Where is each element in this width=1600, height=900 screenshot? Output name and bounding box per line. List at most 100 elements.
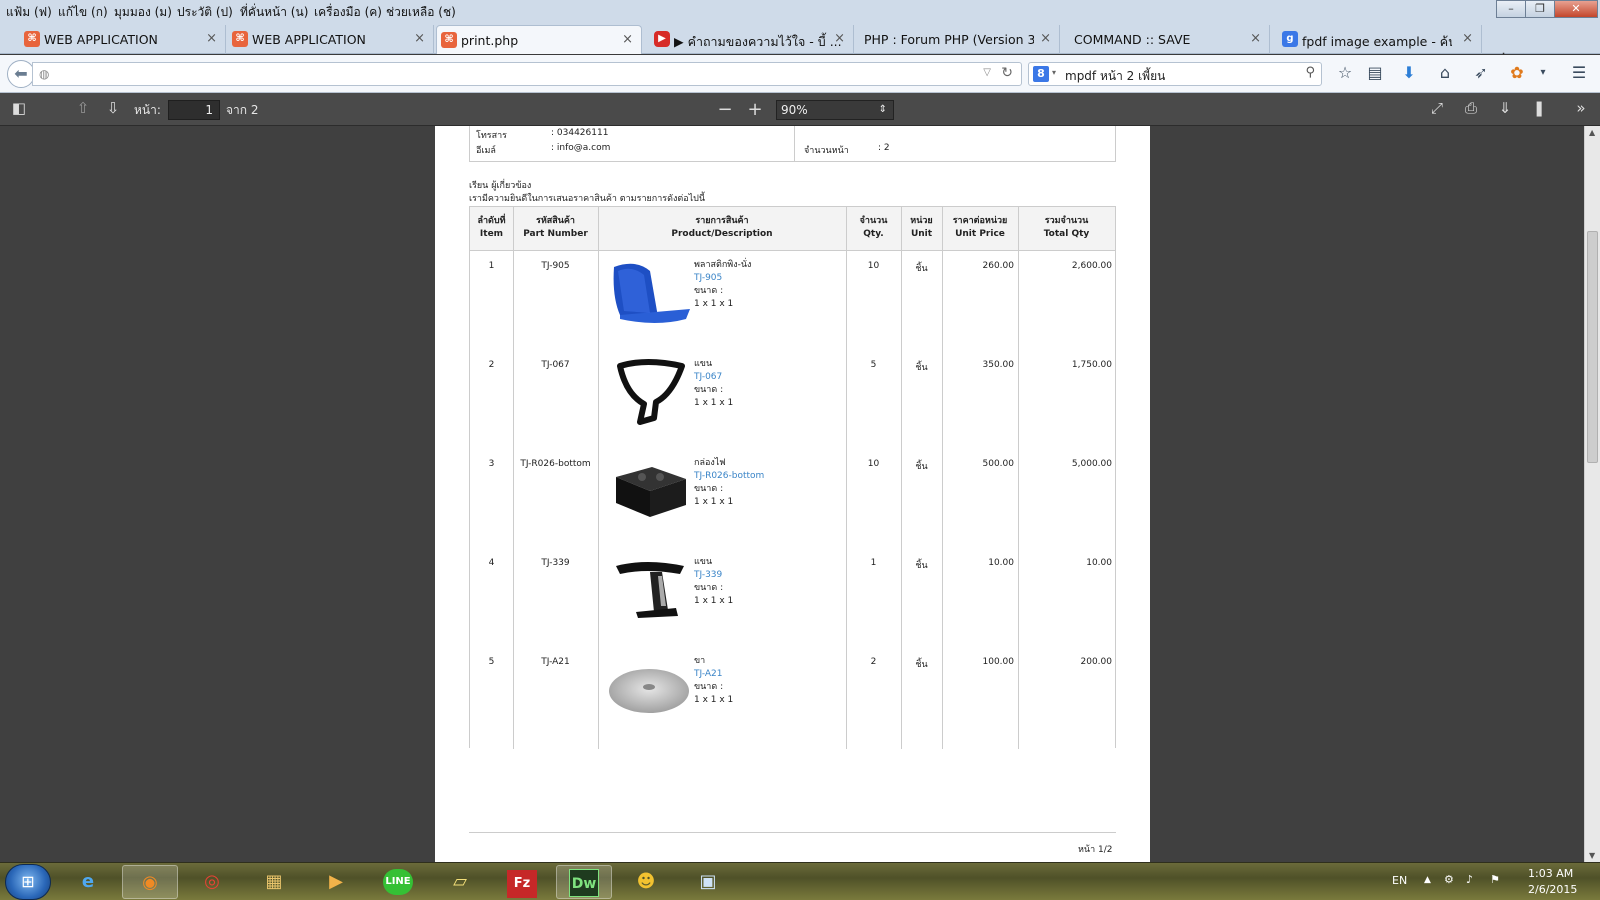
scroll-down-icon[interactable]: ▼: [1589, 851, 1595, 860]
zoom-in-icon[interactable]: +: [744, 99, 766, 120]
menu-file[interactable]: แฟ้ม (ฟ): [6, 3, 52, 22]
tab-close-icon[interactable]: ×: [414, 31, 425, 46]
intro-text: เรามีความยินดีในการเสนอราคาสินค้า ตามราย…: [469, 194, 705, 204]
pdf-page: โทรสาร : 034426111 อีเมล์ : info@a.com จ…: [435, 126, 1150, 862]
sidebar-toggle-icon[interactable]: ◧: [8, 99, 30, 117]
xampp-icon: ⌘: [232, 31, 248, 47]
search-engine-icon[interactable]: 8: [1033, 66, 1049, 82]
tab-close-icon[interactable]: ×: [834, 31, 845, 46]
dreamweaver-icon[interactable]: Dw: [556, 865, 612, 899]
minimize-button[interactable]: –: [1496, 0, 1526, 18]
print-icon[interactable]: ⎙: [1460, 99, 1482, 117]
action-center-icon[interactable]: ⚑: [1490, 873, 1500, 886]
chevron-down-icon[interactable]: ▾: [1052, 68, 1056, 77]
language-indicator[interactable]: EN: [1392, 874, 1407, 887]
save-icon[interactable]: ⇓: [1494, 99, 1516, 117]
firefox-icon[interactable]: ◉: [122, 865, 178, 899]
tab-close-icon[interactable]: ×: [622, 32, 633, 47]
ie-icon[interactable]: e: [60, 865, 116, 899]
fax-value: : 034426111: [551, 128, 609, 138]
col-item: ลำดับที่ Item: [477, 216, 506, 239]
reload-icon[interactable]: ↻: [1001, 65, 1013, 81]
tab-close-icon[interactable]: ×: [1040, 31, 1051, 46]
arrow-left-icon: ⬅: [14, 64, 28, 83]
maximize-button[interactable]: ❐: [1525, 0, 1555, 18]
hamburger-menu-icon[interactable]: ☰: [1568, 62, 1590, 84]
line-icon[interactable]: LINE: [370, 865, 426, 899]
explorer-icon[interactable]: ▦: [246, 865, 302, 899]
menu-help[interactable]: ช่วยเหลือ (ช): [386, 3, 456, 22]
col-part-number: รหัสสินค้า Part Number: [523, 216, 588, 239]
close-window-button[interactable]: ✕: [1554, 0, 1598, 18]
menu-history[interactable]: ประวัติ (ป): [177, 3, 233, 22]
filezilla-icon[interactable]: Fz: [494, 865, 550, 899]
more-tools-icon[interactable]: »: [1570, 99, 1592, 117]
addon-icon[interactable]: ✿: [1506, 62, 1528, 84]
calculator-icon[interactable]: ▣: [680, 865, 736, 899]
tab-fpdf-search[interactable]: g fpdf image example - ค้นห... ×: [1278, 25, 1482, 54]
chevron-down-icon[interactable]: ▾: [1532, 62, 1554, 84]
send-icon[interactable]: ➶: [1470, 62, 1492, 84]
col-description: รายการสินค้า Product/Description: [671, 216, 773, 239]
tab-label: print.php: [461, 33, 519, 48]
search-box[interactable]: 8 ▾ mpdf หน้า 2 เพี้ยน ⚲: [1028, 62, 1322, 86]
next-page-icon[interactable]: ⇩: [102, 99, 124, 117]
clock-date[interactable]: 2/6/2015: [1528, 883, 1577, 896]
clock-time[interactable]: 1:03 AM: [1528, 867, 1573, 880]
tab-php-forum[interactable]: PHP : Forum PHP (Version 3.0,... ×: [856, 25, 1060, 54]
home-icon[interactable]: ⌂: [1434, 62, 1456, 84]
zoom-select[interactable]: 90% ⇕: [776, 100, 894, 120]
bookmark-star-icon[interactable]: ☆: [1334, 62, 1356, 84]
dropdown-icon[interactable]: ▽: [983, 67, 991, 78]
tab-print-php[interactable]: ⌘ print.php ×: [436, 25, 642, 54]
page-number-input[interactable]: 1: [168, 100, 220, 120]
tab-close-icon[interactable]: ×: [1462, 31, 1473, 46]
menu-view[interactable]: มุมมอง (ม): [114, 3, 172, 22]
fax-label: โทรสาร: [476, 131, 507, 141]
tab-close-icon[interactable]: ×: [1250, 31, 1261, 46]
tab-command-save[interactable]: COMMAND :: SAVE ×: [1066, 25, 1270, 54]
previous-page-icon[interactable]: ⇧: [72, 99, 94, 117]
pdf-viewer[interactable]: โทรสาร : 034426111 อีเมล์ : info@a.com จ…: [0, 126, 1584, 862]
product-image-armrest-loop: [617, 359, 685, 425]
page-count-label: จาก 2: [226, 103, 259, 117]
bookmark-icon[interactable]: ❚: [1528, 99, 1550, 117]
xampp-icon: ⌘: [441, 32, 457, 48]
page-label: หน้า:: [134, 103, 161, 117]
menu-tools[interactable]: เครื่องมือ (ค): [314, 3, 382, 22]
greeting: เรียน ผู้เกี่ยวข้อง: [469, 181, 532, 191]
network-icon[interactable]: ⚙: [1444, 873, 1454, 886]
tab-web-application-2[interactable]: ⌘ WEB APPLICATION ×: [228, 25, 434, 54]
col-qty: จำนวน Qty.: [859, 216, 888, 239]
download-icon[interactable]: ⬇: [1398, 62, 1420, 84]
tab-close-icon[interactable]: ×: [206, 31, 217, 46]
menu-bar: แฟ้ม (ฟ) แก้ไข (ก) มุมมอง (ม) ประวัติ (ป…: [0, 0, 1600, 22]
volume-icon[interactable]: ♪: [1466, 873, 1473, 886]
google-icon: g: [1282, 31, 1298, 47]
tab-bar: ⌘ WEB APPLICATION × ⌘ WEB APPLICATION × …: [0, 22, 1600, 69]
pages-value: : 2: [878, 143, 890, 153]
start-button[interactable]: ⊞: [5, 864, 51, 900]
tab-label: WEB APPLICATION: [44, 32, 158, 47]
magnifier-icon[interactable]: ⚲: [1305, 65, 1315, 80]
menu-edit[interactable]: แก้ไข (ก): [58, 3, 108, 22]
vertical-scrollbar[interactable]: ▲ ▼: [1584, 126, 1600, 862]
scroll-up-icon[interactable]: ▲: [1589, 128, 1595, 137]
tab-label: WEB APPLICATION: [252, 32, 366, 47]
url-bar[interactable]: ◍ ▽ ↻: [32, 62, 1022, 86]
reading-list-icon[interactable]: ▤: [1364, 62, 1386, 84]
tab-youtube[interactable]: ▶ ▶ คำถามของความไว้ใจ - บี้ ... ×: [650, 25, 854, 54]
media-icon[interactable]: ▶: [308, 865, 364, 899]
chat-icon[interactable]: ☻: [618, 865, 674, 899]
fullscreen-icon[interactable]: ⤢: [1426, 99, 1448, 117]
back-button[interactable]: ⬅: [7, 60, 35, 88]
chrome-icon[interactable]: ◎: [184, 865, 240, 899]
tab-label: PHP : Forum PHP (Version 3.0,...: [864, 32, 1034, 47]
zoom-out-icon[interactable]: −: [714, 99, 736, 120]
scroll-thumb[interactable]: [1587, 231, 1598, 463]
menu-bookmarks[interactable]: ที่คั่นหน้า (น): [240, 3, 308, 22]
col-unit: หน่วย Unit: [910, 216, 933, 239]
tab-web-application-1[interactable]: ⌘ WEB APPLICATION ×: [20, 25, 226, 54]
show-hidden-icons-icon[interactable]: ▲: [1424, 875, 1431, 885]
notes-icon[interactable]: ▱: [432, 865, 488, 899]
